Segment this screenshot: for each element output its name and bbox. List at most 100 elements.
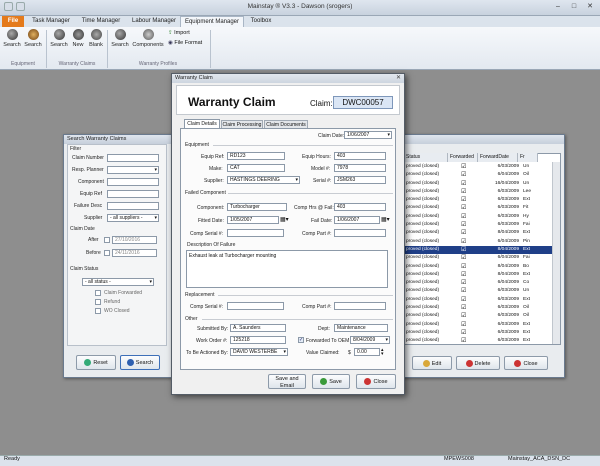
cell-forwarded-checkbox[interactable]: ☑: [461, 271, 466, 279]
replacement-part-input[interactable]: [334, 302, 386, 310]
table-row[interactable]: proved (closed) ☑ 6/03/2009 Ext: [405, 337, 552, 345]
table-row[interactable]: proved (closed) ☑ 6/03/2009 Ext: [405, 196, 552, 204]
table-row[interactable]: proved (closed) ☑ 6/04/2009 Pin: [405, 238, 552, 246]
save-and-email-button[interactable]: Save and Email: [268, 374, 306, 389]
table-row[interactable]: proved (closed) ☑ 6/03/2009 Ext: [405, 329, 552, 337]
import-button[interactable]: ⇪ Import: [168, 30, 190, 36]
cell-forwarded-checkbox[interactable]: ☑: [461, 263, 466, 271]
cell-forwarded-checkbox[interactable]: ☑: [461, 304, 466, 312]
cell-forwarded-checkbox[interactable]: ☑: [461, 337, 466, 345]
supplier-select[interactable]: HASTINGS DEERING: [227, 176, 300, 184]
table-row[interactable]: proved (closed) ☑ 6/03/2009 Oil: [405, 312, 552, 320]
cell-forwarded-checkbox[interactable]: ☑: [461, 238, 466, 246]
cell-forwarded-checkbox[interactable]: ☑: [461, 321, 466, 329]
table-row[interactable]: proved (closed) ☑ 6/04/2009 Co: [405, 279, 552, 287]
claim-forwarded-checkbox[interactable]: [95, 290, 101, 296]
tab-labour-manager[interactable]: Labour Manager: [128, 16, 180, 27]
dept-input[interactable]: Maintenance: [334, 324, 388, 332]
table-row[interactable]: proved (closed) ☑ 6/03/2009 Ext: [405, 296, 552, 304]
forwarded-oem-checkbox[interactable]: [298, 337, 304, 343]
replacement-serial-input[interactable]: [227, 302, 284, 310]
work-order-input[interactable]: 125218: [230, 336, 286, 344]
file-format-button[interactable]: ◉ File Format: [168, 40, 202, 46]
after-checkbox[interactable]: [104, 237, 110, 243]
actioned-by-select[interactable]: DAVID WESTERBE: [230, 348, 288, 356]
cell-forwarded-checkbox[interactable]: ☑: [461, 180, 466, 188]
make-input[interactable]: CAT: [227, 164, 285, 172]
cell-forwarded-checkbox[interactable]: ☑: [461, 229, 466, 237]
spinner-icon[interactable]: ▴ ▾: [381, 348, 384, 357]
cell-forwarded-checkbox[interactable]: ☑: [461, 171, 466, 179]
comp-part-input[interactable]: [334, 229, 386, 237]
dialog-close-button[interactable]: Close: [356, 374, 396, 389]
claims-search-button[interactable]: Search: [49, 29, 69, 48]
model-input[interactable]: 7978: [334, 164, 386, 172]
component-input[interactable]: [107, 178, 159, 186]
cell-forwarded-checkbox[interactable]: ☑: [461, 296, 466, 304]
table-row[interactable]: proved (closed) ☑ 6/04/2009 Oil: [405, 171, 552, 179]
claim-number-input[interactable]: [107, 154, 159, 162]
components-button[interactable]: Components: [132, 29, 164, 48]
description-textarea[interactable]: Exhaust leak at Turbocharger mounting: [186, 250, 388, 288]
equip-ref-input[interactable]: [107, 190, 159, 198]
search-close-button[interactable]: Close: [504, 356, 548, 370]
tab-time-manager[interactable]: Time Manager: [78, 16, 124, 27]
fail-date-input[interactable]: 1/06/2007: [334, 216, 380, 224]
table-row[interactable]: proved (closed) ☑ 6/03/2009 Fit: [405, 204, 552, 212]
cell-forwarded-checkbox[interactable]: ☑: [461, 246, 466, 254]
table-row[interactable]: proved (closed) ☑ 6/03/2009 Lee: [405, 188, 552, 196]
column-fr[interactable]: Fr: [518, 153, 538, 162]
column-status[interactable]: Status: [404, 153, 448, 162]
cell-forwarded-checkbox[interactable]: ☑: [461, 279, 466, 287]
before-date-input[interactable]: 24/11/2016: [112, 249, 157, 257]
table-row[interactable]: proved (closed) ☑ 6/03/2009 Fai: [405, 221, 552, 229]
cell-forwarded-checkbox[interactable]: ☑: [461, 312, 466, 320]
calendar-icon[interactable]: ▦▾: [381, 216, 390, 223]
cell-forwarded-checkbox[interactable]: ☑: [461, 254, 466, 262]
equipment-search-button[interactable]: Search: [3, 29, 21, 48]
value-claimed-input[interactable]: 0.00: [354, 348, 380, 356]
equip-ref-input[interactable]: RD123: [227, 152, 285, 160]
equipment-search2-button[interactable]: Search: [23, 29, 43, 48]
cell-forwarded-checkbox[interactable]: ☑: [461, 196, 466, 204]
comp-serial-input[interactable]: [227, 229, 284, 237]
claims-blank-button[interactable]: Blank: [87, 29, 105, 48]
cell-forwarded-checkbox[interactable]: ☑: [461, 213, 466, 221]
column-forward-date[interactable]: ForwardDate: [478, 153, 518, 162]
claim-status-select[interactable]: - all status -: [82, 278, 154, 286]
wo-closed-checkbox[interactable]: [95, 308, 101, 314]
tab-toolbox[interactable]: Toolbox: [246, 16, 276, 27]
table-row[interactable]: proved (closed) ☑ 16/04/2009 Un: [405, 180, 552, 188]
serial-input[interactable]: JSM263: [334, 176, 386, 184]
after-date-input[interactable]: 27/10/2016: [112, 236, 157, 244]
before-checkbox[interactable]: [104, 250, 110, 256]
search-button[interactable]: Search: [120, 355, 160, 370]
grid-scrollbar[interactable]: [552, 162, 560, 344]
maximize-button[interactable]: □: [566, 1, 582, 12]
comp-hrs-input[interactable]: 403: [334, 203, 386, 211]
minimize-button[interactable]: –: [550, 1, 566, 12]
tab-task-manager[interactable]: Task Manager: [28, 16, 74, 27]
cell-forwarded-checkbox[interactable]: ☑: [461, 287, 466, 295]
close-window-button[interactable]: ✕: [582, 1, 598, 12]
dialog-close-icon[interactable]: ✕: [394, 74, 403, 83]
cell-forwarded-checkbox[interactable]: ☑: [461, 188, 466, 196]
table-row[interactable]: proved (closed) ☑ 6/03/2009 Ext: [405, 321, 552, 329]
component-input[interactable]: Turbocharger: [227, 203, 287, 211]
forwarded-date-input[interactable]: 8/04/2009: [350, 336, 390, 344]
failure-desc-input[interactable]: [107, 202, 159, 210]
cell-forwarded-checkbox[interactable]: ☑: [461, 163, 466, 171]
delete-button[interactable]: Delete: [456, 356, 500, 370]
cell-forwarded-checkbox[interactable]: ☑: [461, 221, 466, 229]
tab-equipment-manager[interactable]: Equipment Manager: [180, 16, 244, 27]
equip-hours-input[interactable]: 403: [334, 152, 386, 160]
resp-planner-select[interactable]: [107, 166, 159, 174]
table-row[interactable]: proved (closed) ☑ 6/03/2009 Un: [405, 287, 552, 295]
table-row[interactable]: proved (closed) ☑ 8/04/2009 Ext: [405, 245, 552, 255]
edit-button[interactable]: Edit: [412, 356, 452, 370]
fitted-date-input[interactable]: 1/05/2007: [227, 216, 279, 224]
table-row[interactable]: proved (closed) ☑ 6/03/2009 Un: [405, 163, 552, 171]
table-row[interactable]: proved (closed) ☑ 6/04/2009 Fai: [405, 254, 552, 262]
cell-forwarded-checkbox[interactable]: ☑: [461, 329, 466, 337]
column-forwarded[interactable]: Forwarded: [448, 153, 478, 162]
